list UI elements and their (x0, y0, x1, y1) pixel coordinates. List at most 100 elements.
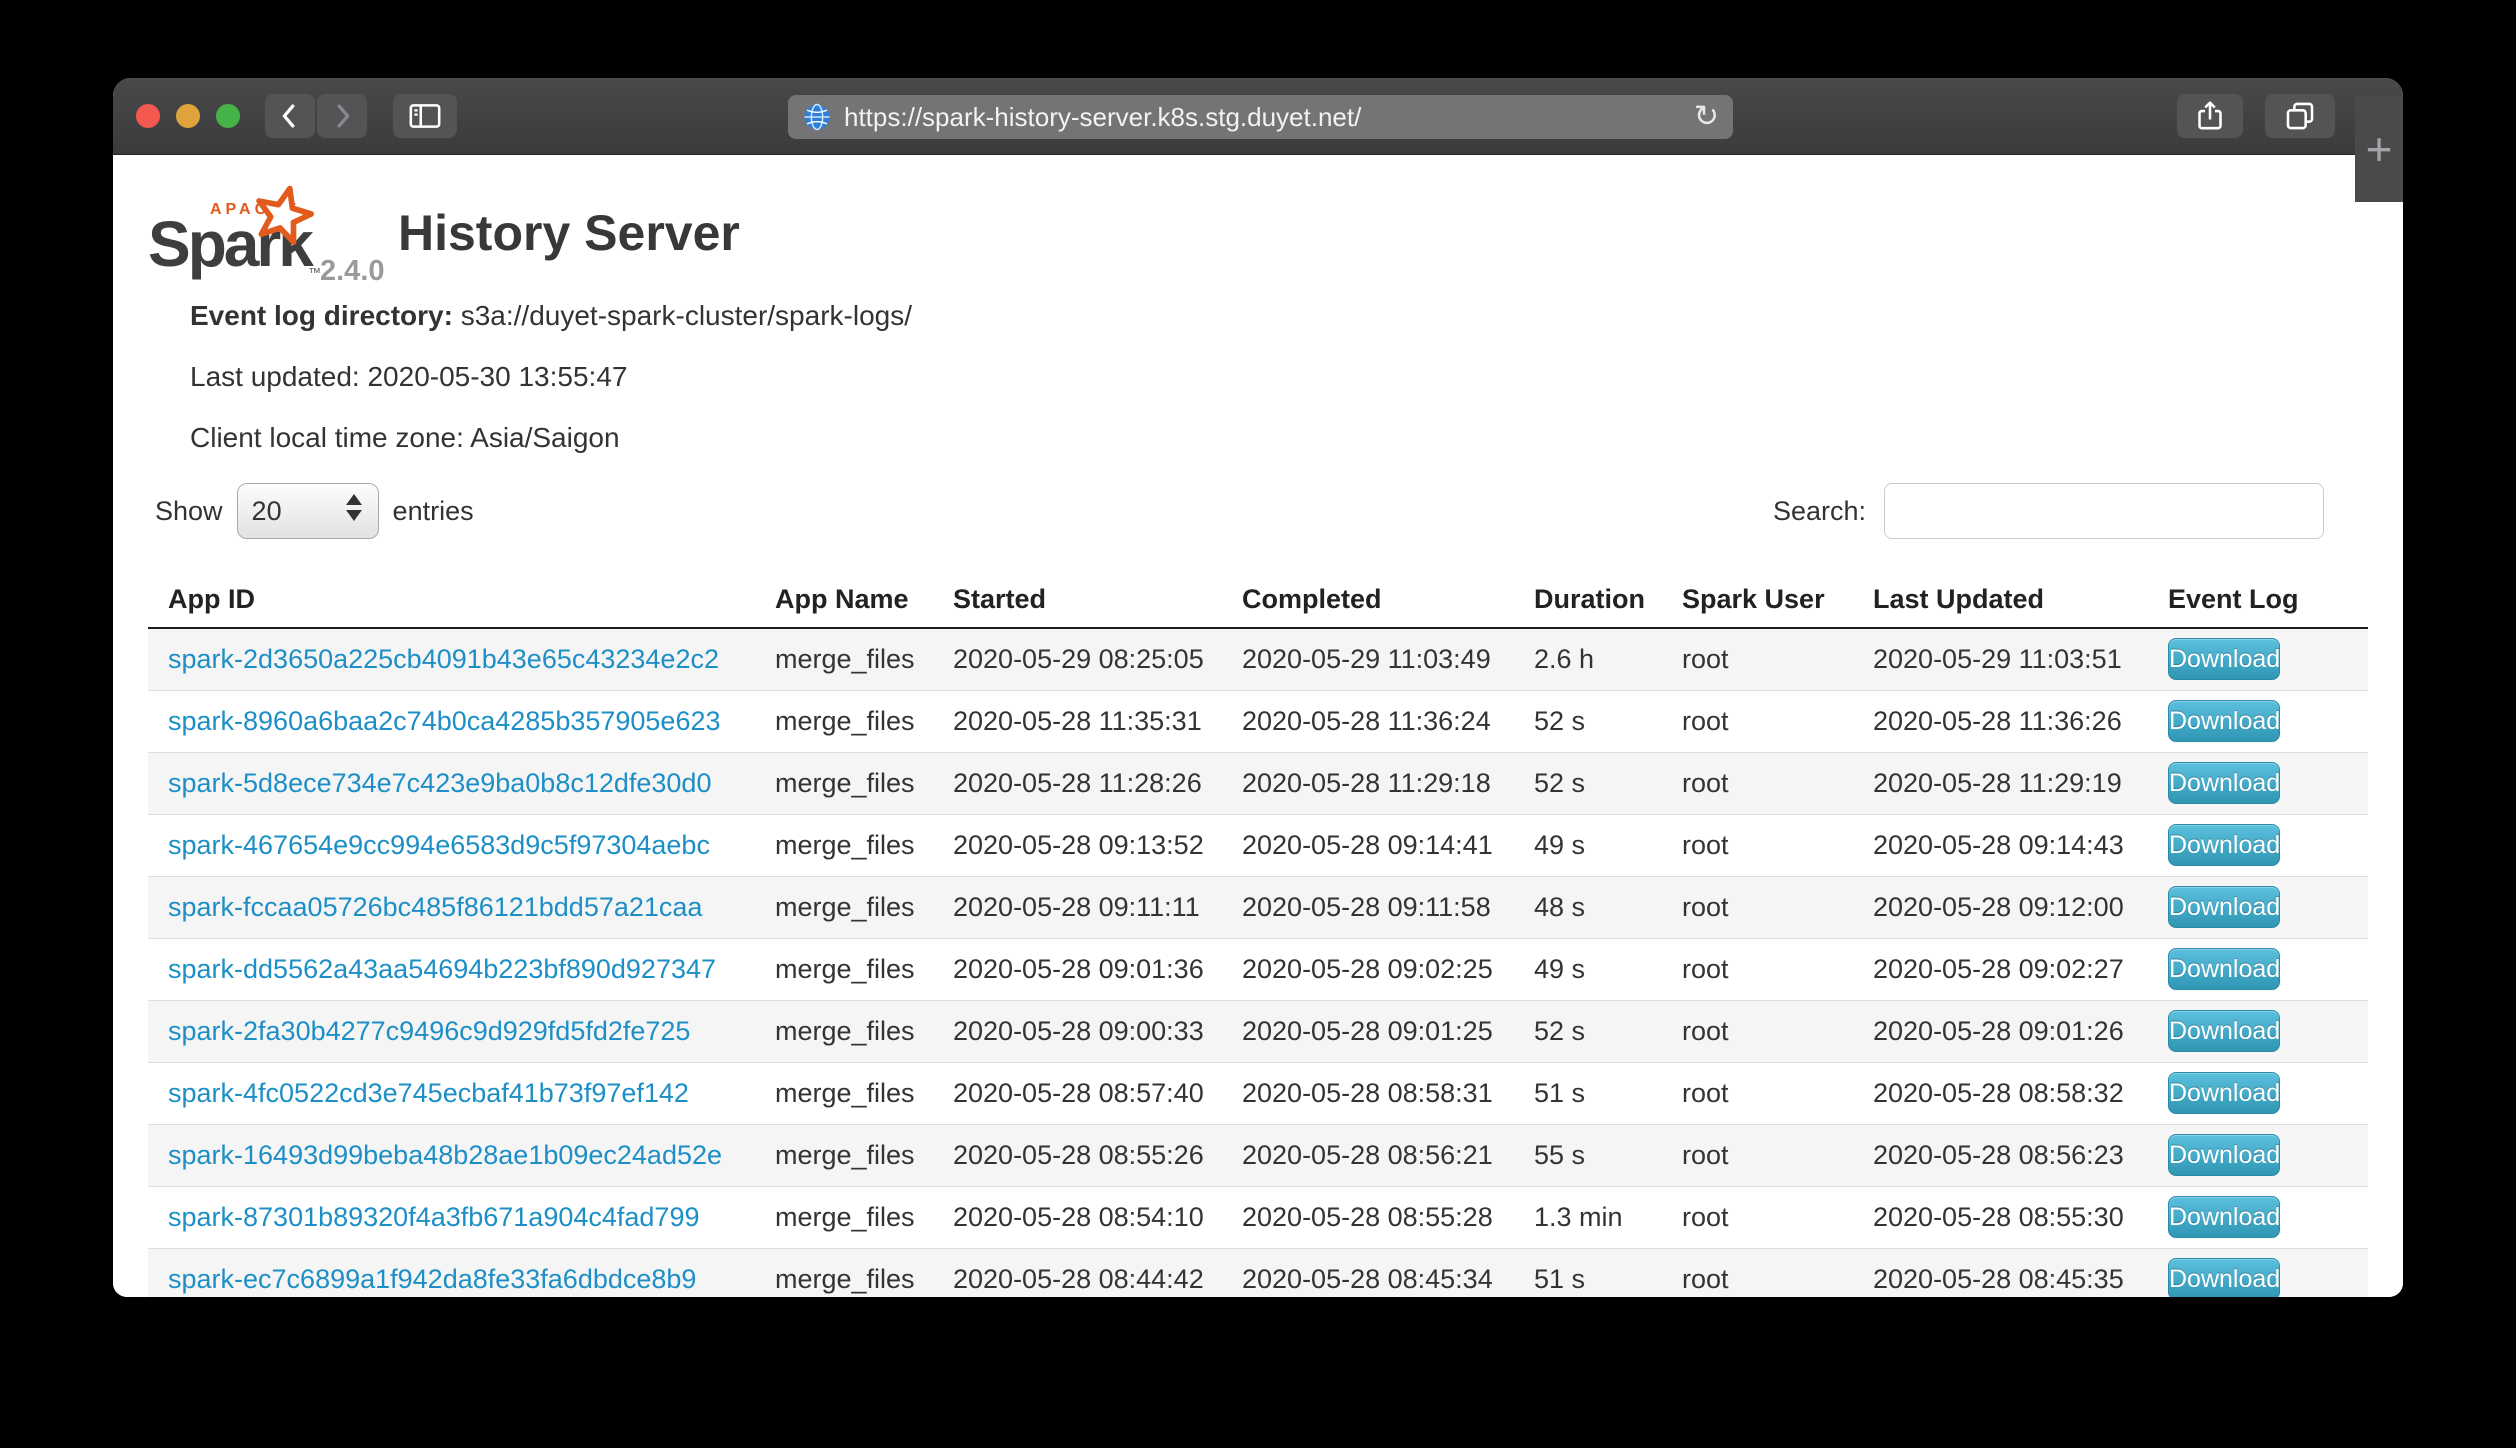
tab-overview-button[interactable] (2265, 94, 2335, 138)
completed-cell: 2020-05-28 08:45:34 (1222, 1248, 1514, 1297)
column-header-app-id[interactable]: App ID (148, 574, 755, 628)
started-cell: 2020-05-28 09:01:36 (933, 938, 1222, 1000)
column-header-duration[interactable]: Duration (1514, 574, 1662, 628)
table-row: spark-fccaa05726bc485f86121bdd57a21caa m… (148, 876, 2368, 938)
spark-user-cell: root (1662, 1186, 1853, 1248)
download-button[interactable]: Download (2168, 1134, 2280, 1176)
event-log-directory-line: Event log directory: s3a://duyet-spark-c… (190, 299, 2368, 333)
spark-version: 2.4.0 (320, 255, 385, 288)
minimize-window-button[interactable] (176, 104, 200, 128)
search-input[interactable] (1884, 483, 2324, 539)
app-id-link[interactable]: spark-2d3650a225cb4091b43e65c43234e2c2 (168, 644, 719, 674)
browser-window: https://spark-history-server.k8s.stg.duy… (113, 78, 2403, 1297)
share-button[interactable] (2177, 94, 2243, 138)
spark-user-cell: root (1662, 1000, 1853, 1062)
entries-label: entries (393, 496, 474, 527)
chevron-right-icon (325, 99, 359, 133)
column-header-last-updated[interactable]: Last Updated (1853, 574, 2148, 628)
reload-button[interactable]: ↻ (1694, 102, 1719, 132)
forward-button[interactable] (317, 94, 367, 138)
address-bar[interactable]: https://spark-history-server.k8s.stg.duy… (788, 95, 1733, 139)
app-id-link[interactable]: spark-dd5562a43aa54694b223bf890d927347 (168, 954, 716, 984)
column-header-spark-user[interactable]: Spark User (1662, 574, 1853, 628)
new-tab-button[interactable]: + (2355, 96, 2403, 202)
column-header-started[interactable]: Started (933, 574, 1222, 628)
url-text: https://spark-history-server.k8s.stg.duy… (844, 102, 1682, 133)
event-log-directory-label: Event log directory: (190, 300, 453, 331)
download-button[interactable]: Download (2168, 700, 2280, 742)
entries-select-value: 20 (252, 496, 282, 527)
completed-cell: 2020-05-28 09:14:41 (1222, 814, 1514, 876)
app-id-link[interactable]: spark-fccaa05726bc485f86121bdd57a21caa (168, 892, 702, 922)
table-header: App ID App Name Started Completed Durati… (148, 574, 2368, 628)
app-id-link[interactable]: spark-5d8ece734e7c423e9ba0b8c12dfe30d0 (168, 768, 711, 798)
column-header-event-log[interactable]: Event Log (2148, 574, 2368, 628)
download-button[interactable]: Download (2168, 948, 2280, 990)
download-button[interactable]: Download (2168, 1072, 2280, 1114)
download-button[interactable]: Download (2168, 638, 2280, 680)
app-id-link[interactable]: spark-8960a6baa2c74b0ca4285b357905e623 (168, 706, 721, 736)
zoom-window-button[interactable] (216, 104, 240, 128)
last-updated-line: Last updated: 2020-05-30 13:55:47 (190, 360, 2368, 394)
back-button[interactable] (265, 94, 315, 138)
search-label: Search: (1773, 496, 1866, 527)
download-button[interactable]: Download (2168, 824, 2280, 866)
app-name-cell: merge_files (755, 1248, 933, 1297)
spark-user-cell: root (1662, 628, 1853, 690)
spark-user-cell: root (1662, 814, 1853, 876)
download-button[interactable]: Download (2168, 1196, 2280, 1238)
spark-user-cell: root (1662, 1248, 1853, 1297)
download-button[interactable]: Download (2168, 762, 2280, 804)
column-header-completed[interactable]: Completed (1222, 574, 1514, 628)
page-title: History Server (398, 204, 740, 262)
started-cell: 2020-05-28 11:28:26 (933, 752, 1222, 814)
search-control: Search: (1773, 483, 2324, 539)
spark-user-cell: root (1662, 752, 1853, 814)
app-name-cell: merge_files (755, 1124, 933, 1186)
timezone-line: Client local time zone: Asia/Saigon (190, 421, 2368, 455)
download-button[interactable]: Download (2168, 1258, 2280, 1297)
page-content: APACHE Spark ™ 2.4.0 History Server Even… (113, 155, 2403, 1297)
app-id-link[interactable]: spark-ec7c6899a1f942da8fe33fa6dbdce8b9 (168, 1264, 696, 1294)
table-row: spark-467654e9cc994e6583d9c5f97304aebc m… (148, 814, 2368, 876)
table-controls: Show 20 entries Search: (148, 482, 2368, 540)
close-window-button[interactable] (136, 104, 160, 128)
started-cell: 2020-05-28 08:57:40 (933, 1062, 1222, 1124)
last-updated-cell: 2020-05-28 11:36:26 (1853, 690, 2148, 752)
app-name-cell: merge_files (755, 1062, 933, 1124)
started-cell: 2020-05-28 09:11:11 (933, 876, 1222, 938)
duration-cell: 49 s (1514, 938, 1662, 1000)
entries-select[interactable]: 20 (237, 483, 379, 539)
select-stepper-icon (346, 494, 362, 521)
completed-cell: 2020-05-29 11:03:49 (1222, 628, 1514, 690)
duration-cell: 52 s (1514, 690, 1662, 752)
completed-cell: 2020-05-28 11:36:24 (1222, 690, 1514, 752)
last-updated-cell: 2020-05-28 09:02:27 (1853, 938, 2148, 1000)
app-id-link[interactable]: spark-2fa30b4277c9496c9d929fd5fd2fe725 (168, 1016, 690, 1046)
download-button[interactable]: Download (2168, 1010, 2280, 1052)
duration-cell: 52 s (1514, 1000, 1662, 1062)
last-updated-cell: 2020-05-28 09:01:26 (1853, 1000, 2148, 1062)
last-updated-cell: 2020-05-29 11:03:51 (1853, 628, 2148, 690)
started-cell: 2020-05-29 08:25:05 (933, 628, 1222, 690)
app-id-link[interactable]: spark-87301b89320f4a3fb671a904c4fad799 (168, 1202, 699, 1232)
last-updated-cell: 2020-05-28 09:12:00 (1853, 876, 2148, 938)
app-id-link[interactable]: spark-4fc0522cd3e745ecbaf41b73f97ef142 (168, 1078, 689, 1108)
app-id-link[interactable]: spark-467654e9cc994e6583d9c5f97304aebc (168, 830, 710, 860)
completed-cell: 2020-05-28 08:56:21 (1222, 1124, 1514, 1186)
spark-user-cell: root (1662, 1062, 1853, 1124)
app-id-link[interactable]: spark-16493d99beba48b28ae1b09ec24ad52e (168, 1140, 722, 1170)
started-cell: 2020-05-28 08:55:26 (933, 1124, 1222, 1186)
completed-cell: 2020-05-28 09:11:58 (1222, 876, 1514, 938)
duration-cell: 2.6 h (1514, 628, 1662, 690)
info-block: Event log directory: s3a://duyet-spark-c… (190, 299, 2368, 455)
started-cell: 2020-05-28 08:44:42 (933, 1248, 1222, 1297)
column-header-app-name[interactable]: App Name (755, 574, 933, 628)
download-button[interactable]: Download (2168, 886, 2280, 928)
sidebar-toggle-button[interactable] (393, 94, 457, 138)
desktop: { "browser": { "url": "https://spark-his… (0, 0, 2516, 1448)
started-cell: 2020-05-28 09:00:33 (933, 1000, 1222, 1062)
app-name-cell: merge_files (755, 752, 933, 814)
app-name-cell: merge_files (755, 690, 933, 752)
event-log-directory-value: s3a://duyet-spark-cluster/spark-logs/ (453, 300, 912, 331)
